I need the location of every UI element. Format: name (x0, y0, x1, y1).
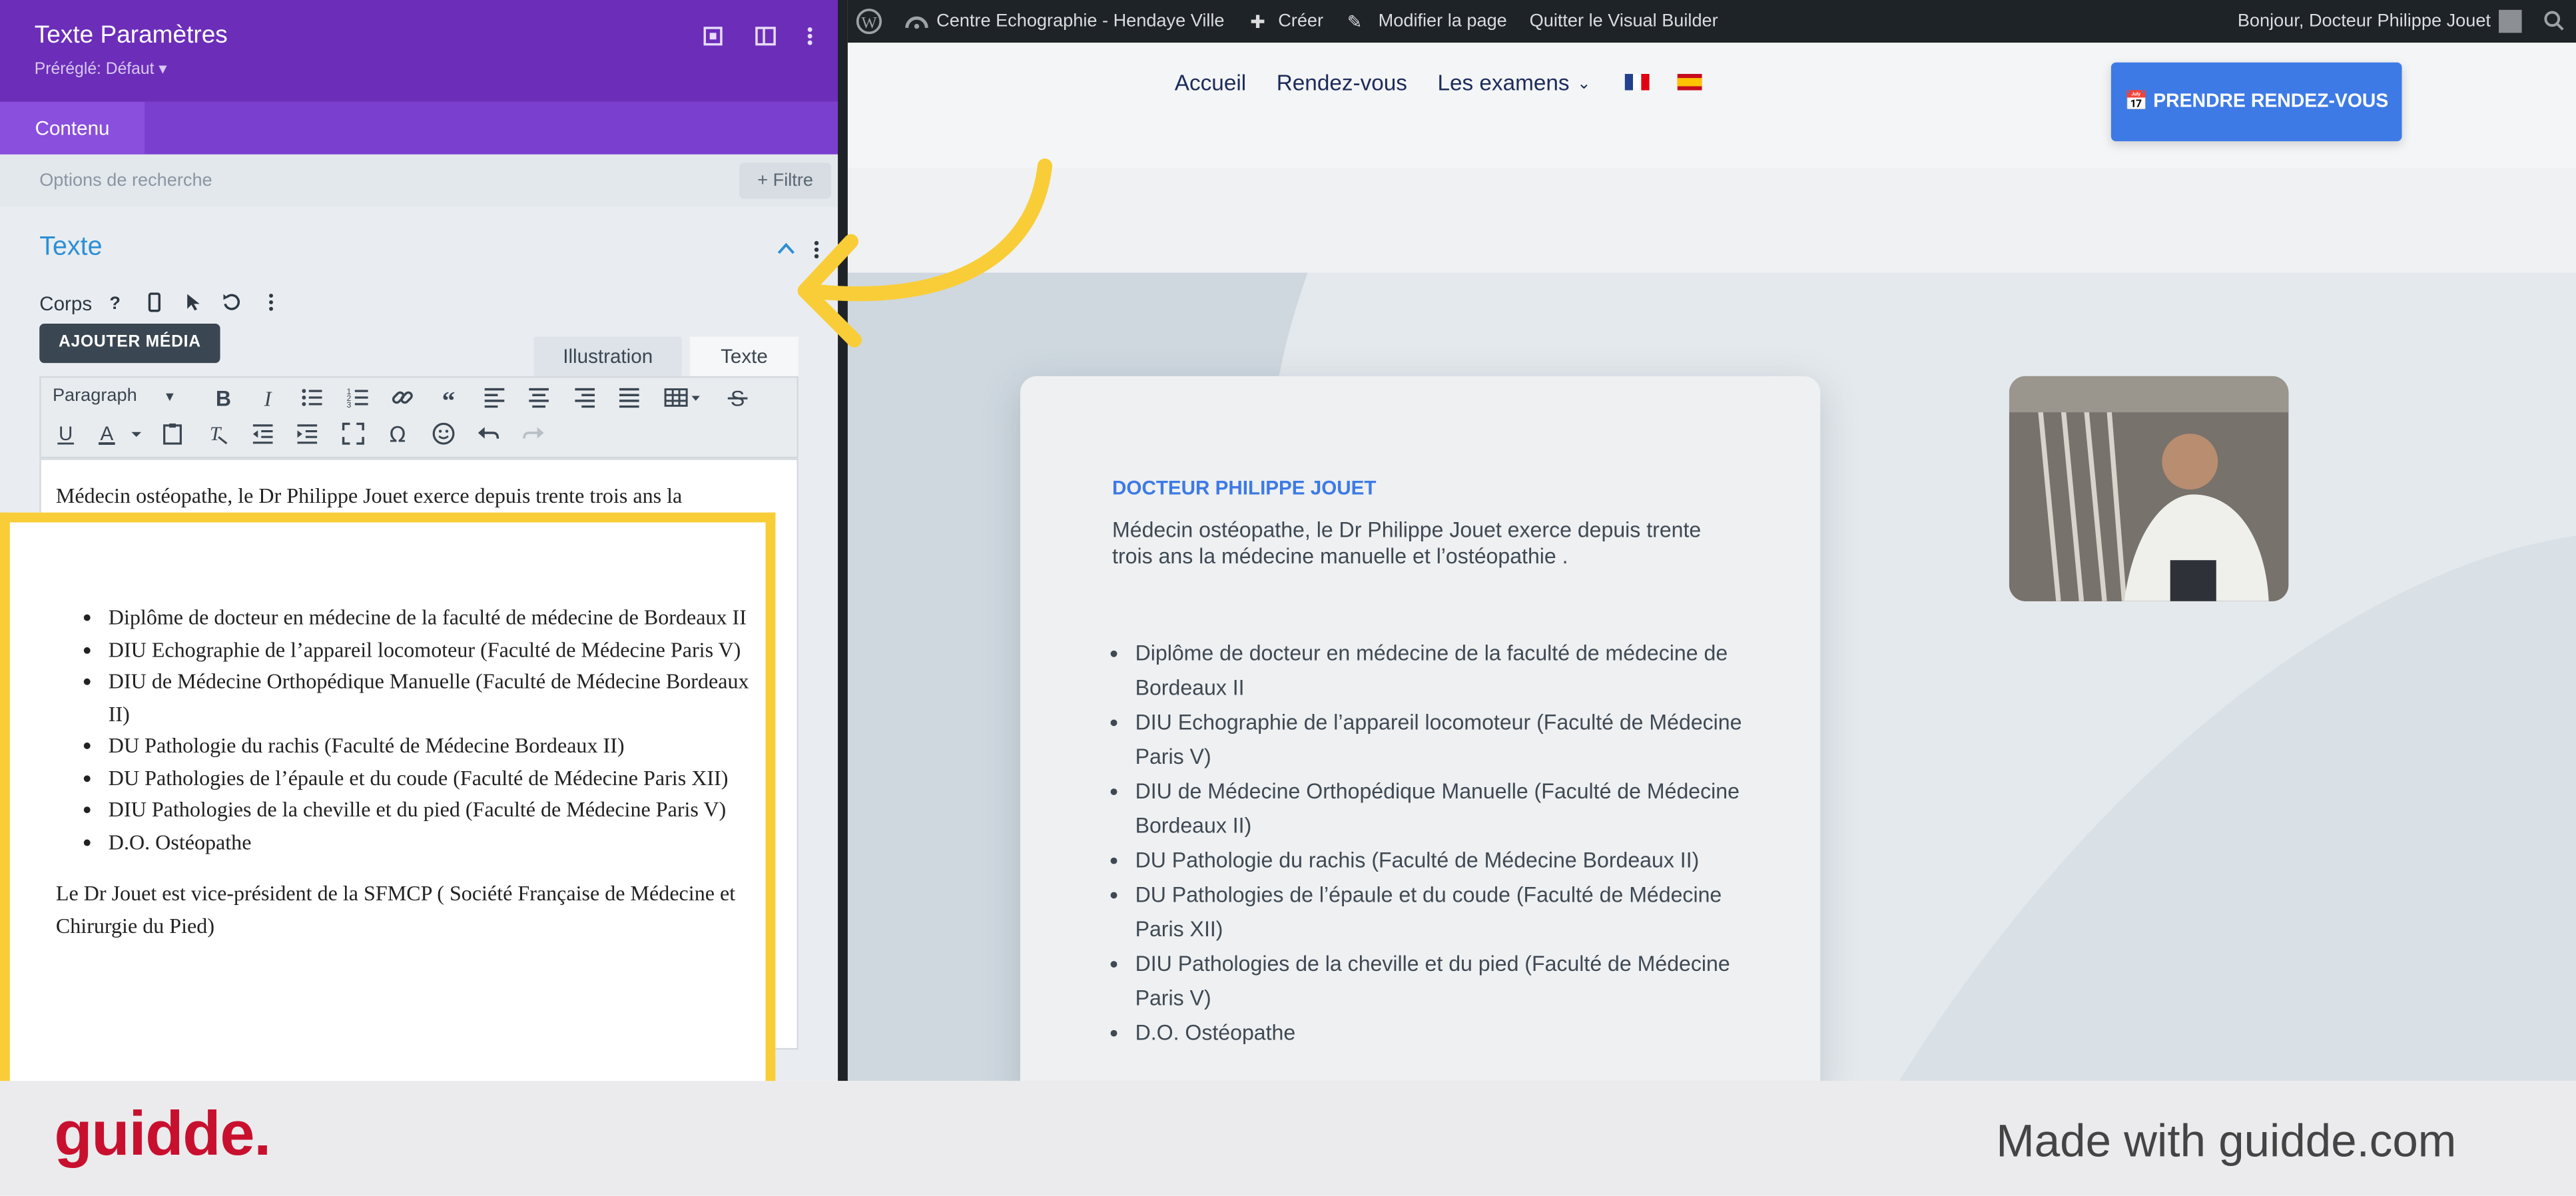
bold-icon[interactable]: B (212, 386, 235, 409)
svg-text:Ω: Ω (390, 422, 406, 446)
book-appointment-button[interactable]: 📅 PRENDRE RENDEZ-VOUS (2110, 62, 2402, 142)
pencil-icon: ✎ (1347, 13, 1363, 33)
align-center-icon[interactable] (527, 386, 551, 410)
admin-create-link[interactable]: Créer (1278, 11, 1323, 31)
svg-text:3: 3 (347, 400, 352, 409)
list-item: DU Pathologies de l’épaule et du coude (… (109, 761, 771, 793)
emoji-icon[interactable] (432, 422, 456, 446)
reset-icon[interactable] (222, 292, 242, 312)
more-options-icon[interactable] (799, 25, 822, 48)
svg-text:U: U (59, 423, 73, 445)
admin-greeting[interactable]: Bonjour, Docteur Philippe Jouet (2238, 11, 2491, 31)
tab-text[interactable]: Texte (690, 336, 799, 376)
justify-icon[interactable] (618, 386, 641, 410)
fullscreen-icon[interactable] (342, 422, 365, 446)
settings-panel-header (0, 0, 846, 102)
list-item: DIU Pathologies de la cheville et du pie… (1135, 946, 1745, 1016)
strikethrough-icon[interactable]: S (726, 386, 749, 409)
chevron-down-icon: ⌄ (1577, 75, 1591, 94)
admin-edit-page-link[interactable]: Modifier la page (1379, 11, 1507, 31)
text-color-icon[interactable]: A (95, 422, 145, 446)
doctor-qualifications-list: Diplôme de docteur en médecine de la fac… (1112, 636, 1745, 1050)
svg-text:I: I (264, 386, 272, 409)
paragraph-format-select[interactable]: Paragraph ▼ (53, 386, 176, 406)
align-left-icon[interactable] (483, 386, 506, 410)
list-item: DIU Pathologies de la cheville et du pie… (109, 793, 771, 825)
help-icon[interactable]: ? (105, 292, 125, 312)
mobile-icon[interactable] (145, 292, 164, 312)
admin-quit-builder-link[interactable]: Quitter le Visual Builder (1530, 11, 1718, 31)
indent-icon[interactable] (296, 422, 319, 446)
flag-fr-icon[interactable] (1624, 74, 1650, 91)
field-menu-icon[interactable] (261, 292, 281, 312)
svg-text:A: A (100, 423, 113, 445)
caret-down-icon: ▼ (163, 389, 176, 404)
calendar-icon: 📅 (2124, 92, 2154, 112)
blockquote-icon[interactable]: “ (437, 386, 460, 410)
bullet-list-icon[interactable] (300, 386, 324, 410)
expand-icon[interactable] (701, 25, 725, 48)
paste-text-icon[interactable] (161, 422, 184, 446)
redo-icon[interactable] (522, 422, 545, 446)
table-icon[interactable] (664, 386, 703, 410)
list-item: DU Pathologie du rachis (Faculté de Méde… (109, 729, 771, 761)
split-view-icon[interactable] (754, 25, 777, 48)
list-item: DIU de Médecine Orthopédique Manuelle (F… (109, 665, 771, 729)
doctor-name-heading: DOCTEUR PHILIPPE JOUET (1112, 476, 1377, 499)
list-item: DIU Echographie de l’appareil locomoteur… (1135, 705, 1745, 774)
cursor-icon[interactable] (184, 292, 204, 312)
doctor-intro-text: Médecin ostéopathe, le Dr Philippe Jouet… (1112, 517, 1702, 569)
svg-text:“: “ (442, 386, 456, 410)
svg-text:T: T (210, 424, 222, 445)
guidde-logo: guidde. (54, 1100, 271, 1170)
undo-icon[interactable] (476, 422, 499, 446)
add-media-button[interactable]: AJOUTER MÉDIA (39, 323, 220, 364)
doctor-photo (2009, 376, 2289, 601)
align-right-icon[interactable] (573, 386, 597, 410)
options-search-input[interactable]: Options de recherche (39, 171, 212, 191)
link-icon[interactable] (391, 386, 414, 410)
editor-qualifications-list: Diplôme de docteur en médecine de la fac… (56, 601, 771, 858)
outdent-icon[interactable] (251, 422, 274, 446)
special-character-icon[interactable]: Ω (386, 422, 410, 446)
list-item: Diplôme de docteur en médecine de la fac… (109, 601, 771, 633)
list-item: DIU Echographie de l’appareil locomoteur… (109, 633, 771, 665)
italic-icon[interactable]: I (256, 386, 280, 409)
list-item: Diplôme de docteur en médecine de la fac… (1135, 636, 1745, 705)
nav-accueil[interactable]: Accueil (1175, 71, 1246, 95)
user-avatar[interactable] (2499, 9, 2522, 33)
underline-icon[interactable]: U (54, 422, 77, 446)
tab-visual[interactable]: Illustration (533, 336, 682, 376)
dashboard-icon (905, 11, 928, 31)
admin-site-name[interactable]: Centre Echographie - Hendaye Ville (936, 11, 1224, 31)
body-field-label: Corps (39, 292, 93, 316)
list-item: D.O. Ostéopathe (109, 826, 771, 858)
nav-rendez-vous[interactable]: Rendez-vous (1277, 71, 1407, 95)
list-item: DU Pathologies de l’épaule et du coude (… (1135, 877, 1745, 946)
search-icon[interactable] (2543, 10, 2565, 31)
numbered-list-icon[interactable]: 123 (347, 386, 370, 409)
paragraph-format-label: Paragraph (52, 386, 137, 406)
nav-les-examens[interactable]: Les examens (1437, 71, 1569, 95)
flag-es-icon[interactable] (1677, 74, 1702, 91)
list-item: DU Pathologie du rachis (Faculté de Méde… (1135, 842, 1745, 877)
editor-closing-paragraph: Le Dr Jouet est vice-président de la SFM… (55, 880, 736, 938)
site-subheader (847, 167, 2576, 273)
svg-text:?: ? (109, 292, 121, 312)
tab-content[interactable]: Contenu (0, 101, 145, 154)
clear-formatting-icon[interactable]: T (205, 422, 228, 446)
editor-content[interactable]: Diplôme de docteur en médecine de la fac… (56, 522, 771, 941)
section-title-text[interactable]: Texte (39, 233, 102, 262)
guide-arrow-icon (789, 156, 1068, 361)
list-item: DIU de Médecine Orthopédique Manuelle (F… (1135, 774, 1745, 843)
plus-icon: ✚ (1250, 13, 1266, 33)
made-with-guidde-text: Made with guidde.com (1996, 1115, 2457, 1167)
svg-text:B: B (216, 386, 231, 409)
list-item: D.O. Ostéopathe (1135, 1016, 1745, 1050)
wordpress-logo-icon[interactable]: W (856, 8, 882, 35)
book-appointment-label: PRENDRE RENDEZ-VOUS (2153, 92, 2389, 112)
svg-text:W: W (861, 14, 877, 32)
preset-selector[interactable]: Préréglé: Défaut ▾ (35, 61, 167, 79)
settings-panel-title: Texte Paramètres (34, 21, 228, 50)
